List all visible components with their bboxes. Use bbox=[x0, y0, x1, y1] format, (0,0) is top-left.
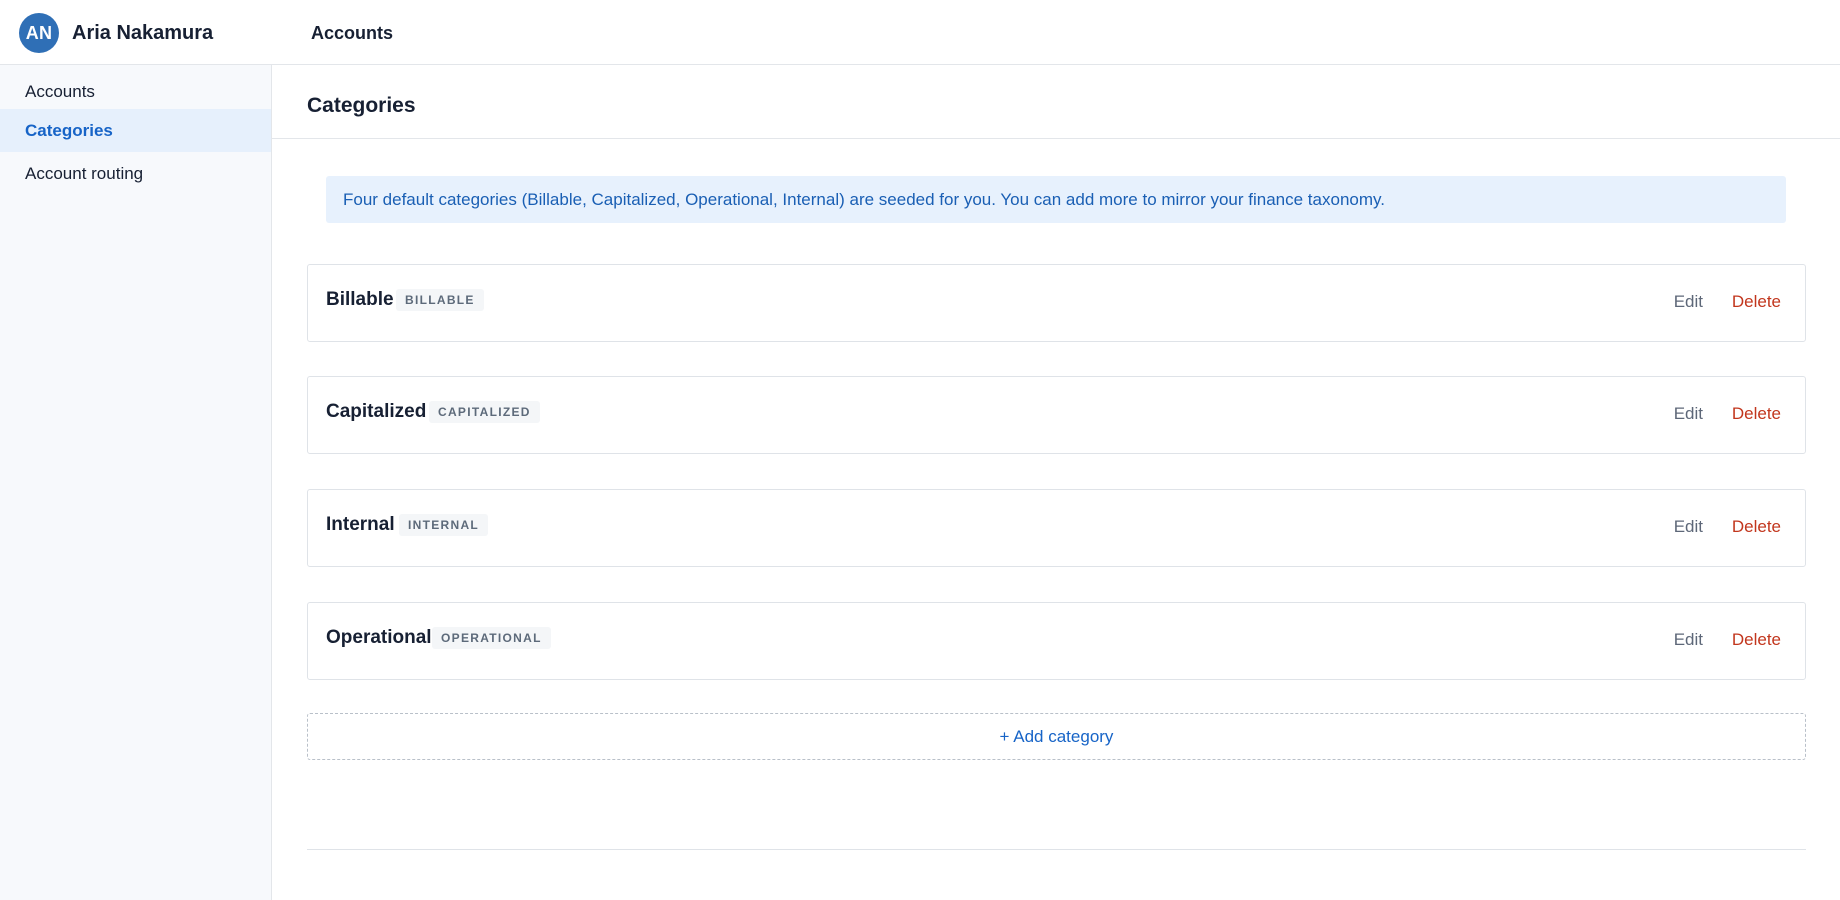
sidebar-item-accounts[interactable]: Accounts bbox=[0, 70, 271, 113]
sidebar: Accounts Categories Account routing bbox=[0, 65, 272, 900]
delete-button[interactable]: Delete bbox=[1732, 627, 1781, 653]
info-notice: Four default categories (Billable, Capit… bbox=[326, 176, 1786, 223]
main-content: Categories Four default categories (Bill… bbox=[272, 65, 1840, 900]
add-category-button[interactable]: + Add category bbox=[307, 713, 1806, 760]
sidebar-item-account-routing[interactable]: Account routing bbox=[0, 152, 271, 195]
category-card-billable: Billable BILLABLE Edit Delete bbox=[307, 264, 1806, 342]
page-header: Categories bbox=[272, 65, 1840, 139]
category-name: Capitalized bbox=[326, 401, 427, 422]
avatar[interactable]: AN bbox=[19, 13, 59, 53]
page-title: Categories bbox=[307, 94, 416, 117]
top-bar: AN Aria Nakamura Accounts bbox=[0, 0, 1840, 65]
category-badge: OPERATIONAL bbox=[432, 627, 551, 649]
delete-button[interactable]: Delete bbox=[1732, 401, 1781, 427]
category-name: Operational bbox=[326, 627, 432, 648]
category-badge: BILLABLE bbox=[396, 289, 484, 311]
sidebar-item-categories[interactable]: Categories bbox=[0, 109, 271, 152]
category-card-capitalized: Capitalized CAPITALIZED Edit Delete bbox=[307, 376, 1806, 454]
section-title: Accounts bbox=[311, 23, 394, 43]
edit-button[interactable]: Edit bbox=[1674, 627, 1703, 653]
category-badge: INTERNAL bbox=[399, 514, 489, 536]
category-card-internal: Internal INTERNAL Edit Delete bbox=[307, 489, 1806, 567]
category-badge: CAPITALIZED bbox=[429, 401, 540, 423]
category-name: Internal bbox=[326, 514, 395, 535]
edit-button[interactable]: Edit bbox=[1674, 514, 1703, 540]
app-root: AN Aria Nakamura Accounts Accounts Categ… bbox=[0, 0, 1840, 900]
divider bbox=[307, 849, 1806, 850]
category-name: Billable bbox=[326, 289, 394, 310]
category-card-operational: Operational OPERATIONAL Edit Delete bbox=[307, 602, 1806, 680]
edit-button[interactable]: Edit bbox=[1674, 401, 1703, 427]
user-name: Aria Nakamura bbox=[72, 22, 214, 44]
delete-button[interactable]: Delete bbox=[1732, 514, 1781, 540]
edit-button[interactable]: Edit bbox=[1674, 289, 1703, 315]
delete-button[interactable]: Delete bbox=[1732, 289, 1781, 315]
